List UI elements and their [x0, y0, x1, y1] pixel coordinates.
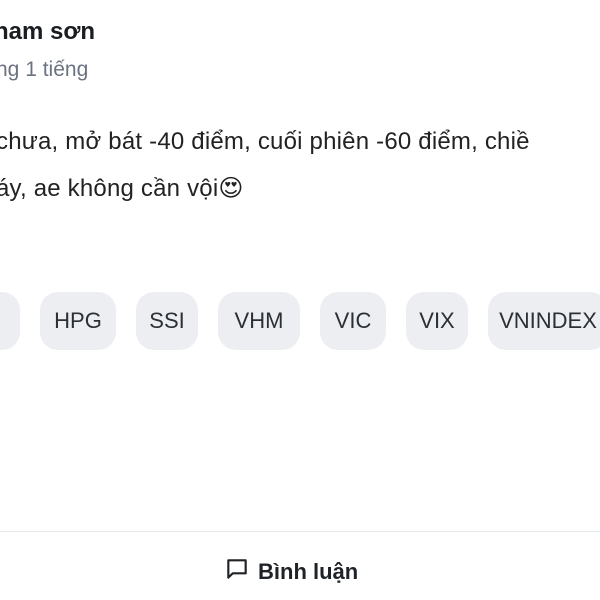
post-text-line-2: áy, ae không cần vội😍 — [0, 175, 244, 202]
action-divider — [0, 531, 600, 532]
stock-tag-vhm[interactable]: VHM — [218, 292, 300, 350]
stock-tag-vnindex[interactable]: VNINDEX — [488, 292, 600, 350]
post-text-line-1: chưa, mở bát -40 điểm, cuối phiên -60 đi… — [0, 128, 530, 155]
stock-tag-hpg[interactable]: HPG — [40, 292, 116, 350]
comment-icon — [224, 556, 250, 588]
stock-tag-vix[interactable]: VIX — [406, 292, 468, 350]
post-author-name[interactable]: nam sơn — [0, 18, 95, 46]
stock-tag-list: IC HPG SSI VHM VIC VIX VNINDEX — [0, 292, 600, 350]
post-card: nam sơn ng 1 tiếng chưa, mở bát -40 điểm… — [0, 0, 600, 600]
comment-button[interactable]: Bình luận — [224, 556, 358, 588]
post-timestamp: ng 1 tiếng — [0, 58, 89, 81]
stock-tag-ssi[interactable]: SSI — [136, 292, 198, 350]
comment-button-label: Bình luận — [258, 559, 359, 584]
stock-tag-ic[interactable]: IC — [0, 292, 20, 350]
stock-tag-vic[interactable]: VIC — [320, 292, 386, 350]
